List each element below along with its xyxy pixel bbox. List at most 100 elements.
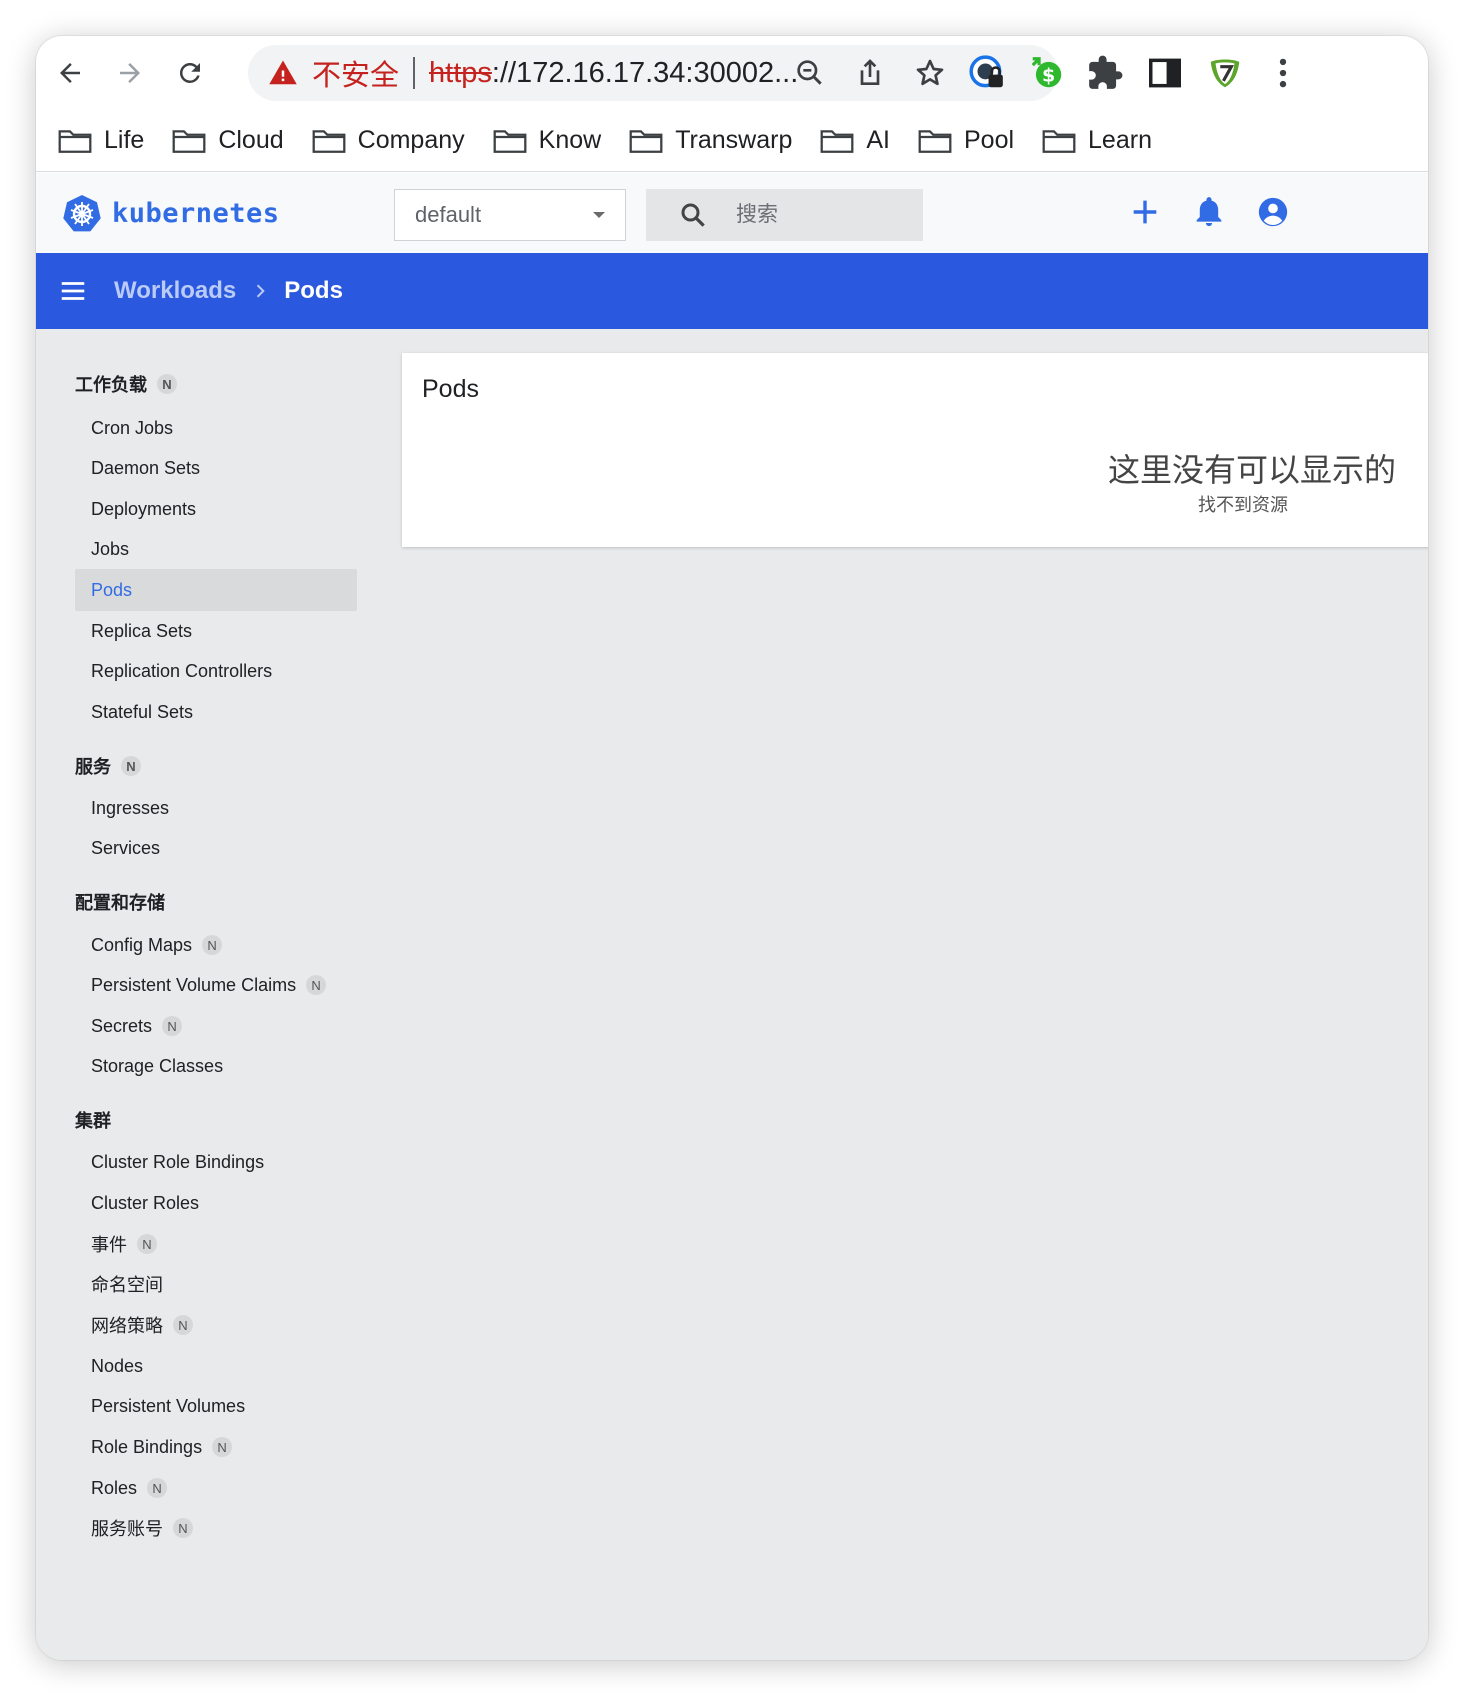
reload-icon bbox=[179, 62, 200, 83]
sidebar-item-secrets[interactable]: Secrets N bbox=[75, 1005, 357, 1047]
sidebar-item-persistent-volumes[interactable]: Persistent Volumes bbox=[75, 1385, 357, 1427]
more-menu-icon[interactable] bbox=[1264, 54, 1302, 92]
bookmark-folder-ai[interactable]: AI bbox=[820, 126, 890, 155]
sidebar-item-label: Storage Classes bbox=[91, 1055, 224, 1076]
sidebar-item-cluster-role-bindings[interactable]: Cluster Role Bindings bbox=[75, 1141, 357, 1183]
sidebar-item-label: Persistent Volumes bbox=[91, 1395, 246, 1416]
sidebar: 工作负载 N Cron Jobs Daemon Sets Deployments… bbox=[36, 329, 366, 1660]
puzzle-extensions-icon[interactable] bbox=[1086, 54, 1124, 92]
sidebar-item-jobs[interactable]: Jobs bbox=[75, 528, 357, 570]
section-cluster[interactable]: 集群 bbox=[75, 1107, 111, 1133]
side-panel-icon[interactable] bbox=[1146, 54, 1184, 92]
folder-icon bbox=[172, 129, 206, 153]
section-services[interactable]: 服务 N bbox=[75, 753, 141, 779]
sidebar-item-label: Pods bbox=[91, 579, 133, 600]
breadcrumb-workloads[interactable]: Workloads bbox=[114, 277, 236, 305]
namespaced-badge: N bbox=[157, 374, 177, 394]
sidebar-item-label: Roles bbox=[91, 1477, 138, 1498]
reload-button[interactable] bbox=[158, 41, 222, 105]
namespaced-badge: N bbox=[121, 756, 141, 776]
folder-icon bbox=[629, 129, 663, 153]
forward-button[interactable] bbox=[98, 41, 162, 105]
sidebar-item-network-policies[interactable]: 网络策略 N bbox=[75, 1304, 357, 1346]
namespace-select[interactable]: default bbox=[394, 189, 626, 241]
namespaced-badge: N bbox=[202, 935, 223, 955]
app-header: kubernetes default bbox=[36, 173, 1428, 253]
sidebar-item-label: Replication Controllers bbox=[91, 660, 273, 681]
search-input[interactable] bbox=[736, 203, 896, 227]
bookmark-folder-life[interactable]: Life bbox=[58, 126, 144, 155]
share-icon[interactable] bbox=[854, 57, 886, 89]
bookmark-label: Life bbox=[104, 126, 145, 154]
sidebar-item-label: Replica Sets bbox=[91, 620, 193, 641]
zoom-out-icon[interactable] bbox=[794, 57, 826, 89]
bookmark-label: Cloud bbox=[218, 126, 284, 154]
sidebar-item-cron-jobs[interactable]: Cron Jobs bbox=[75, 407, 357, 449]
sidebar-item-pods[interactable]: Pods bbox=[75, 569, 357, 611]
folder-icon bbox=[820, 129, 854, 153]
bookmark-folder-transwarp[interactable]: Transwarp bbox=[629, 126, 792, 155]
browser-window: 不安全 https://172.16.17.34:30002... $ Life… bbox=[36, 36, 1428, 1660]
sidebar-item-label: 事件 bbox=[91, 1235, 127, 1255]
bookmark-label: Transwarp bbox=[675, 126, 793, 154]
sidebar-item-deployments[interactable]: Deployments bbox=[75, 488, 357, 530]
sidebar-item-label: 网络策略 bbox=[91, 1316, 163, 1336]
sidebar-item-replication-controllers[interactable]: Replication Controllers bbox=[75, 650, 357, 692]
kubernetes-helm-icon bbox=[63, 195, 101, 232]
bookmark-folder-learn[interactable]: Learn bbox=[1042, 126, 1152, 155]
sidebar-item-stateful-sets[interactable]: Stateful Sets bbox=[75, 691, 357, 733]
sidebar-item-cluster-roles[interactable]: Cluster Roles bbox=[75, 1182, 357, 1224]
sidebar-item-label: Services bbox=[91, 837, 161, 858]
section-workloads[interactable]: 工作负载 N bbox=[75, 371, 177, 397]
bookmark-folder-company[interactable]: Company bbox=[312, 126, 465, 155]
sidebar-item-label: Nodes bbox=[91, 1355, 144, 1376]
currency-extension-icon[interactable]: $ bbox=[1028, 54, 1066, 92]
sidebar-item-services[interactable]: Services bbox=[75, 827, 357, 869]
sidebar-item-nodes[interactable]: Nodes bbox=[75, 1345, 357, 1387]
sidebar-item-daemon-sets[interactable]: Daemon Sets bbox=[75, 447, 357, 489]
section-config-storage[interactable]: 配置和存储 bbox=[75, 889, 165, 915]
password-manager-extension-icon[interactable] bbox=[968, 54, 1006, 92]
namespaced-badge: N bbox=[173, 1315, 193, 1335]
star-bookmark-icon[interactable] bbox=[914, 57, 946, 89]
sidebar-item-label: 服务账号 bbox=[91, 1519, 163, 1539]
url-text[interactable]: https://172.16.17.34:30002... bbox=[429, 57, 798, 90]
bookmark-folder-pool[interactable]: Pool bbox=[918, 126, 1014, 155]
sidebar-item-label: Cluster Roles bbox=[91, 1192, 200, 1213]
sidebar-item-label: Persistent Volume Claims bbox=[91, 974, 297, 995]
sidebar-item-roles[interactable]: Roles N bbox=[75, 1467, 357, 1509]
bookmark-folder-know[interactable]: Know bbox=[493, 126, 601, 155]
sidebar-item-ingresses[interactable]: Ingresses bbox=[75, 787, 357, 829]
sidebar-item-label: Cron Jobs bbox=[91, 417, 174, 438]
sidebar-item-namespaces[interactable]: 命名空间 bbox=[75, 1263, 357, 1305]
address-bar[interactable]: 不安全 https://172.16.17.34:30002... bbox=[248, 45, 1058, 101]
sidebar-item-persistent-volume-claims[interactable]: Persistent Volume Claims N bbox=[75, 964, 357, 1006]
search-bar[interactable] bbox=[646, 189, 923, 241]
sidebar-item-service-accounts[interactable]: 服务账号 N bbox=[75, 1507, 357, 1549]
sidebar-item-events[interactable]: 事件 N bbox=[75, 1223, 357, 1265]
sidebar-item-storage-classes[interactable]: Storage Classes bbox=[75, 1045, 357, 1087]
section-title: 工作负载 bbox=[75, 375, 147, 395]
pods-card: Pods 这里没有可以显示的 找不到资源 bbox=[402, 353, 1428, 547]
sidebar-item-config-maps[interactable]: Config Maps N bbox=[75, 924, 357, 966]
sidebar-item-replica-sets[interactable]: Replica Sets bbox=[75, 610, 357, 652]
breadcrumb-current: Pods bbox=[284, 277, 343, 304]
sidebar-item-label: Config Maps bbox=[91, 934, 193, 955]
profile-avatar-icon[interactable] bbox=[1206, 54, 1244, 92]
arrow-left-icon bbox=[60, 63, 80, 83]
folder-icon bbox=[493, 129, 527, 153]
kubernetes-logo[interactable]: kubernetes bbox=[62, 193, 280, 233]
section-title: 集群 bbox=[75, 1111, 111, 1131]
bookmark-label: Company bbox=[357, 126, 465, 154]
hamburger-menu-icon[interactable] bbox=[58, 276, 88, 306]
plus-create-icon[interactable] bbox=[1128, 195, 1162, 229]
insecure-label[interactable]: 不安全 bbox=[312, 52, 399, 94]
back-button[interactable] bbox=[38, 41, 102, 105]
account-circle-icon[interactable] bbox=[1256, 195, 1290, 229]
namespaced-badge: N bbox=[147, 1478, 168, 1498]
sidebar-item-role-bindings[interactable]: Role Bindings N bbox=[75, 1426, 357, 1468]
folder-icon bbox=[1042, 129, 1076, 153]
bell-icon[interactable] bbox=[1192, 195, 1226, 229]
sidebar-item-label: Secrets bbox=[91, 1015, 153, 1036]
bookmark-folder-cloud[interactable]: Cloud bbox=[172, 126, 284, 155]
